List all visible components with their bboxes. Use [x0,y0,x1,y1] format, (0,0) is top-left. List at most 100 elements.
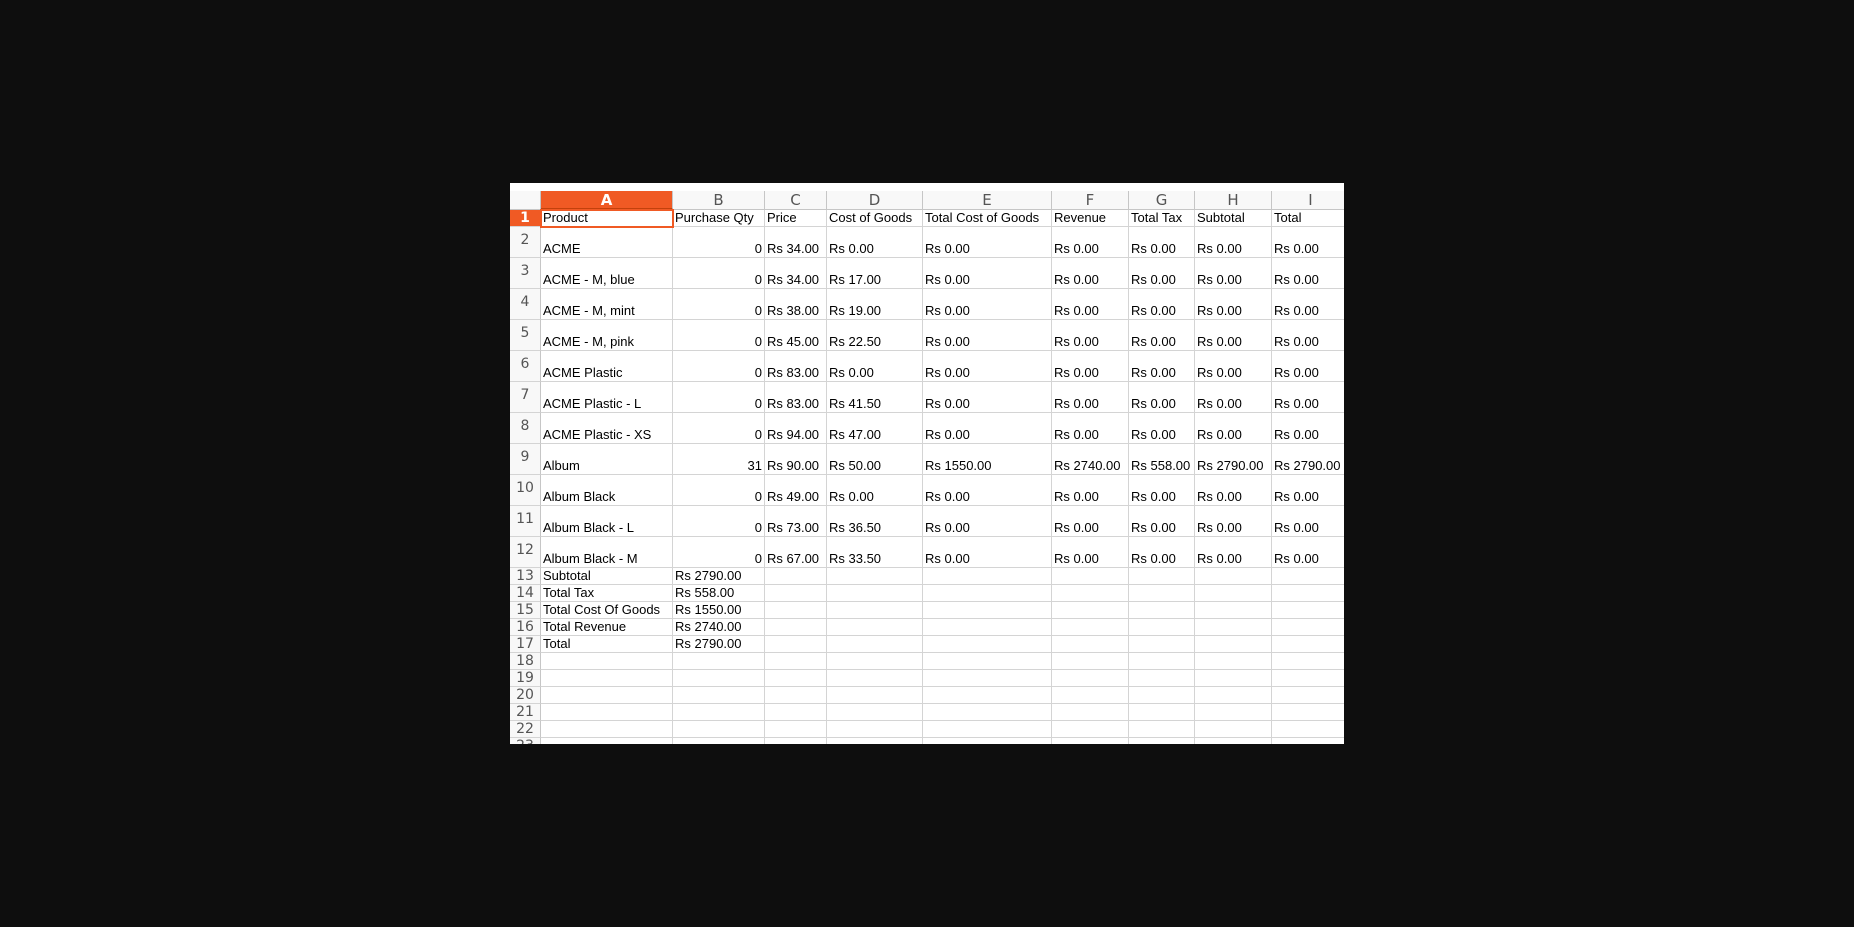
cell-d7[interactable]: Rs 41.50 [827,382,923,413]
row-header-3[interactable]: 3 [510,258,541,289]
cell-g20[interactable] [1129,687,1195,704]
cell-b20[interactable] [673,687,765,704]
cell-c15[interactable] [765,602,827,619]
cell-g7[interactable]: Rs 0.00 [1129,382,1195,413]
cell-a17[interactable]: Total [541,636,673,653]
cell-i11[interactable]: Rs 0.00 [1272,506,1344,537]
row-header-21[interactable]: 21 [510,704,541,721]
cell-i4[interactable]: Rs 0.00 [1272,289,1344,320]
cell-f2[interactable]: Rs 0.00 [1052,227,1129,258]
cell-c18[interactable] [765,653,827,670]
cell-f14[interactable] [1052,585,1129,602]
cell-c8[interactable]: Rs 94.00 [765,413,827,444]
cell-g12[interactable]: Rs 0.00 [1129,537,1195,568]
cell-a18[interactable] [541,653,673,670]
cell-h4[interactable]: Rs 0.00 [1195,289,1272,320]
cell-e13[interactable] [923,568,1052,585]
cell-h22[interactable] [1195,721,1272,738]
cell-a16[interactable]: Total Revenue [541,619,673,636]
cell-a3[interactable]: ACME - M, blue [541,258,673,289]
cell-g23[interactable] [1129,738,1195,744]
cell-d12[interactable]: Rs 33.50 [827,537,923,568]
cell-c19[interactable] [765,670,827,687]
cell-e15[interactable] [923,602,1052,619]
cell-c13[interactable] [765,568,827,585]
cell-h15[interactable] [1195,602,1272,619]
cell-i15[interactable] [1272,602,1344,619]
cell-b23[interactable] [673,738,765,744]
cell-d9[interactable]: Rs 50.00 [827,444,923,475]
row-header-13[interactable]: 13 [510,568,541,585]
cell-a9[interactable]: Album [541,444,673,475]
cell-b22[interactable] [673,721,765,738]
cell-c23[interactable] [765,738,827,744]
cell-h6[interactable]: Rs 0.00 [1195,351,1272,382]
cell-g21[interactable] [1129,704,1195,721]
cell-h7[interactable]: Rs 0.00 [1195,382,1272,413]
cell-d17[interactable] [827,636,923,653]
cell-c7[interactable]: Rs 83.00 [765,382,827,413]
cell-a22[interactable] [541,721,673,738]
row-header-23[interactable]: 23 [510,738,541,744]
cell-a7[interactable]: ACME Plastic - L [541,382,673,413]
cell-i7[interactable]: Rs 0.00 [1272,382,1344,413]
cell-h11[interactable]: Rs 0.00 [1195,506,1272,537]
cell-h19[interactable] [1195,670,1272,687]
row-header-5[interactable]: 5 [510,320,541,351]
row-header-19[interactable]: 19 [510,670,541,687]
cell-a23[interactable] [541,738,673,744]
cell-e21[interactable] [923,704,1052,721]
cell-e11[interactable]: Rs 0.00 [923,506,1052,537]
column-header-g[interactable]: G [1129,191,1195,210]
cell-a21[interactable] [541,704,673,721]
cell-f12[interactable]: Rs 0.00 [1052,537,1129,568]
cell-h12[interactable]: Rs 0.00 [1195,537,1272,568]
cell-f4[interactable]: Rs 0.00 [1052,289,1129,320]
cell-f7[interactable]: Rs 0.00 [1052,382,1129,413]
cell-e20[interactable] [923,687,1052,704]
row-header-15[interactable]: 15 [510,602,541,619]
cell-e17[interactable] [923,636,1052,653]
cell-i8[interactable]: Rs 0.00 [1272,413,1344,444]
cell-d14[interactable] [827,585,923,602]
cell-h14[interactable] [1195,585,1272,602]
cell-d4[interactable]: Rs 19.00 [827,289,923,320]
select-all-corner[interactable] [510,191,541,210]
cell-i12[interactable]: Rs 0.00 [1272,537,1344,568]
cell-e9[interactable]: Rs 1550.00 [923,444,1052,475]
cell-b3[interactable]: 0 [673,258,765,289]
cell-g19[interactable] [1129,670,1195,687]
cell-h16[interactable] [1195,619,1272,636]
cell-i13[interactable] [1272,568,1344,585]
cell-b6[interactable]: 0 [673,351,765,382]
column-header-h[interactable]: H [1195,191,1272,210]
cell-b18[interactable] [673,653,765,670]
column-header-i[interactable]: I [1272,191,1344,210]
cell-g11[interactable]: Rs 0.00 [1129,506,1195,537]
cell-b11[interactable]: 0 [673,506,765,537]
cell-g22[interactable] [1129,721,1195,738]
cell-g18[interactable] [1129,653,1195,670]
cell-d11[interactable]: Rs 36.50 [827,506,923,537]
cell-d22[interactable] [827,721,923,738]
cell-d15[interactable] [827,602,923,619]
cell-h23[interactable] [1195,738,1272,744]
cell-g3[interactable]: Rs 0.00 [1129,258,1195,289]
cell-b14[interactable]: Rs 558.00 [673,585,765,602]
cell-e10[interactable]: Rs 0.00 [923,475,1052,506]
row-header-6[interactable]: 6 [510,351,541,382]
row-header-4[interactable]: 4 [510,289,541,320]
cell-a6[interactable]: ACME Plastic [541,351,673,382]
cell-f11[interactable]: Rs 0.00 [1052,506,1129,537]
cell-c21[interactable] [765,704,827,721]
cell-c20[interactable] [765,687,827,704]
cell-i16[interactable] [1272,619,1344,636]
cell-a1[interactable]: Product [540,209,674,228]
column-header-c[interactable]: C [765,191,827,210]
cell-g1[interactable]: Total Tax [1129,210,1195,227]
cell-b9[interactable]: 31 [673,444,765,475]
cell-i19[interactable] [1272,670,1344,687]
cell-e8[interactable]: Rs 0.00 [923,413,1052,444]
cell-g8[interactable]: Rs 0.00 [1129,413,1195,444]
cell-e3[interactable]: Rs 0.00 [923,258,1052,289]
